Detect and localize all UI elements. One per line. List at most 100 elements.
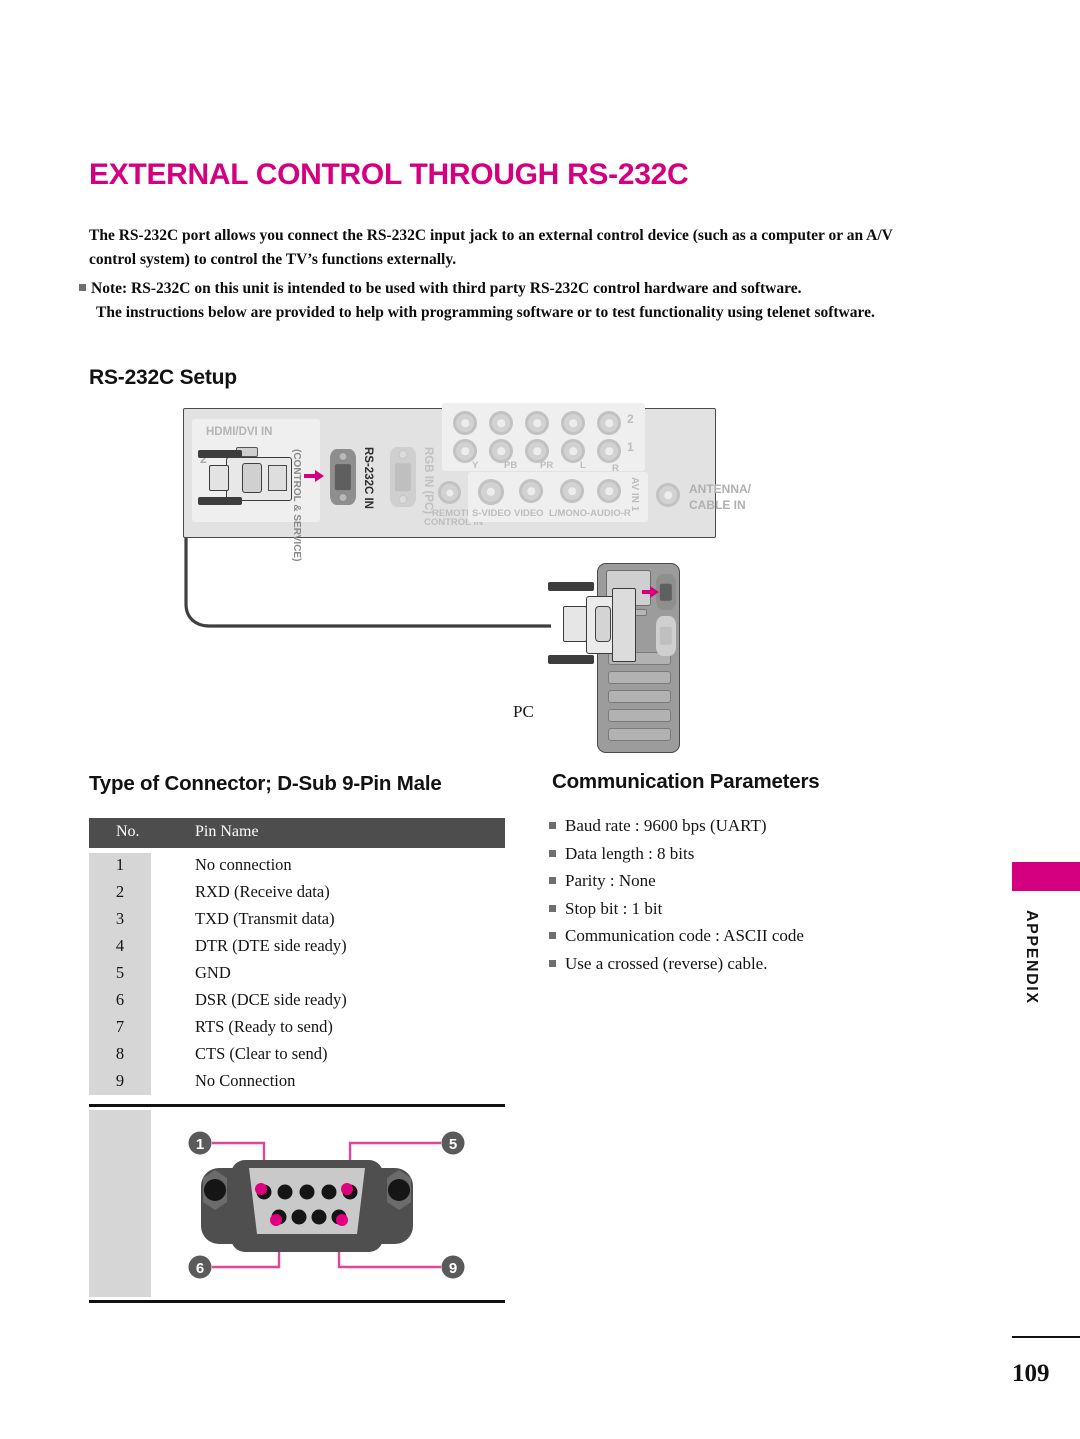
audio-right-jack — [597, 479, 621, 503]
list-item: Communication code : ASCII code — [549, 922, 949, 950]
bullet-square-icon — [549, 932, 556, 939]
callout-pin-1: 1 — [196, 1136, 204, 1153]
pc-cable-plug-face — [595, 606, 611, 642]
pin-no: 5 — [115, 963, 125, 982]
communication-heading: Communication Parameters — [552, 770, 820, 793]
pc-vga-port — [656, 616, 676, 656]
list-item-text: Baud rate : 9600 bps (UART) — [565, 816, 767, 835]
list-item-text: Use a crossed (reverse) cable. — [565, 953, 768, 973]
pin-no: 7 — [115, 1017, 125, 1036]
component-jack-top-1 — [453, 411, 477, 435]
footer-rule — [1012, 1336, 1080, 1338]
pin-no: 1 — [115, 855, 125, 874]
pc-vga-port-slot — [659, 626, 673, 646]
pc-arrow-icon — [650, 586, 659, 598]
remote-control-jack — [438, 481, 461, 504]
hdmi-screw-top — [198, 450, 242, 458]
table-row: 7 RTS (Ready to send) — [89, 1015, 505, 1042]
list-item-text: Stop bit : 1 bit — [565, 898, 663, 918]
component-jack-top-4 — [561, 411, 585, 435]
bullet-square-icon — [549, 904, 556, 912]
table-row: 8 CTS (Clear to send) — [89, 1042, 505, 1069]
pc-cable-screw-bottom — [548, 655, 594, 664]
rs232c-arrow-icon — [315, 470, 324, 482]
pc-label: PC — [513, 702, 534, 721]
pin-name: DSR (DCE side ready) — [195, 990, 347, 1009]
rgb-screw-bottom — [398, 495, 408, 504]
hdmi-plug-pad — [268, 465, 287, 491]
svideo-label: S-VIDEO — [472, 508, 512, 519]
component-label-l: L — [580, 460, 586, 471]
table-row: 9 No Connection — [89, 1069, 505, 1096]
list-item-text: Data length : 8 bits — [565, 843, 695, 863]
pin-no: 8 — [115, 1044, 125, 1063]
list-item: Data length : 8 bits — [549, 840, 949, 868]
pc-serial-port — [656, 574, 676, 610]
audio-label: L/MONO-AUDIO-R — [549, 508, 631, 519]
pin-name: No Connection — [195, 1071, 296, 1090]
rgb-in-label: RGB IN (PC) — [422, 447, 434, 515]
pin-name: CTS (Clear to send) — [195, 1044, 328, 1063]
hdmi-plug-face — [242, 463, 262, 493]
control-service-label: (CONTROL & SERVICE) — [291, 449, 302, 562]
column-header-no: No. — [116, 823, 140, 840]
antenna-label-line2: CABLE IN — [689, 498, 746, 512]
list-item-text: Communication code : ASCII code — [565, 926, 804, 945]
video-label: VIDEO — [514, 508, 544, 519]
pc-serial-port-slot — [659, 583, 673, 601]
component-jack-r — [597, 439, 621, 463]
component-label-y: Y — [472, 460, 479, 471]
column-header-pin-name: Pin Name — [195, 823, 259, 840]
rs232c-label: RS-232C IN — [362, 447, 374, 509]
rgb-in-port-slot — [394, 463, 412, 491]
pin-no: 3 — [115, 909, 125, 928]
rgb-screw-top — [398, 450, 408, 459]
av-in-1-label: AV IN 1 — [629, 477, 640, 512]
pin-name: DTR (DTE side ready) — [195, 936, 347, 955]
antenna-cable-jack — [656, 483, 680, 507]
list-item: Stop bit : 1 bit — [549, 895, 949, 923]
table-row: 5 GND — [89, 961, 505, 988]
pc-vent-5 — [608, 728, 671, 741]
pin-no: 4 — [115, 936, 125, 955]
list-item: Parity : None — [549, 867, 949, 895]
rs232c-screw-bottom — [338, 493, 348, 502]
pin-name: RXD (Receive data) — [195, 882, 330, 901]
pin-name: TXD (Transmit data) — [195, 909, 335, 928]
component-row1-number: 1 — [627, 440, 634, 454]
component-row2-number: 2 — [627, 412, 634, 426]
video-jack — [519, 479, 543, 503]
bullet-square-icon — [549, 959, 556, 967]
pin-no: 2 — [115, 882, 125, 901]
component-jack-top-5 — [597, 411, 621, 435]
bullet-square-icon — [549, 849, 556, 857]
pc-vent-3 — [608, 690, 671, 703]
dsub-pinout-svg: 1 5 6 9 — [188, 1131, 465, 1279]
hdmi-plug-grip — [209, 465, 229, 491]
pin-no: 6 — [115, 990, 125, 1009]
rs232c-screw-top — [338, 452, 348, 461]
antenna-label-line1: ANTENNA/ — [689, 482, 751, 496]
appendix-tab-label: APPENDIX — [1023, 910, 1040, 1005]
bullet-square-icon — [549, 822, 556, 829]
page-number: 109 — [1012, 1360, 1050, 1387]
table-bottom-rule — [89, 1300, 505, 1303]
table-row: 3 TXD (Transmit data) — [89, 907, 505, 934]
svideo-jack — [478, 479, 504, 505]
manual-page: EXTERNAL CONTROL THROUGH RS-232C The RS-… — [0, 0, 1080, 1439]
pin-name: No connection — [195, 855, 292, 874]
table-divider-rule — [89, 1104, 505, 1107]
pin-table-header: No. Pin Name — [89, 818, 505, 848]
table-row: 4 DTR (DTE side ready) — [89, 934, 505, 961]
list-item: Baud rate : 9600 bps (UART) — [549, 812, 949, 840]
hdmi-label: HDMI/DVI IN — [206, 426, 273, 438]
component-label-pr: PR — [540, 460, 554, 471]
table-row: 2 RXD (Receive data) — [89, 880, 505, 907]
callout-pin-6: 6 — [196, 1260, 204, 1277]
list-item-text: Parity : None — [565, 871, 656, 890]
pin-name: RTS (Ready to send) — [195, 1017, 333, 1036]
pc-tower-illustration — [597, 563, 680, 753]
table-row: 6 DSR (DCE side ready) — [89, 988, 505, 1015]
audio-left-jack — [560, 479, 584, 503]
tv-back-panel-illustration: HDMI/DVI IN 2 (CONTROL & SERVICE) RS-232… — [183, 403, 751, 561]
